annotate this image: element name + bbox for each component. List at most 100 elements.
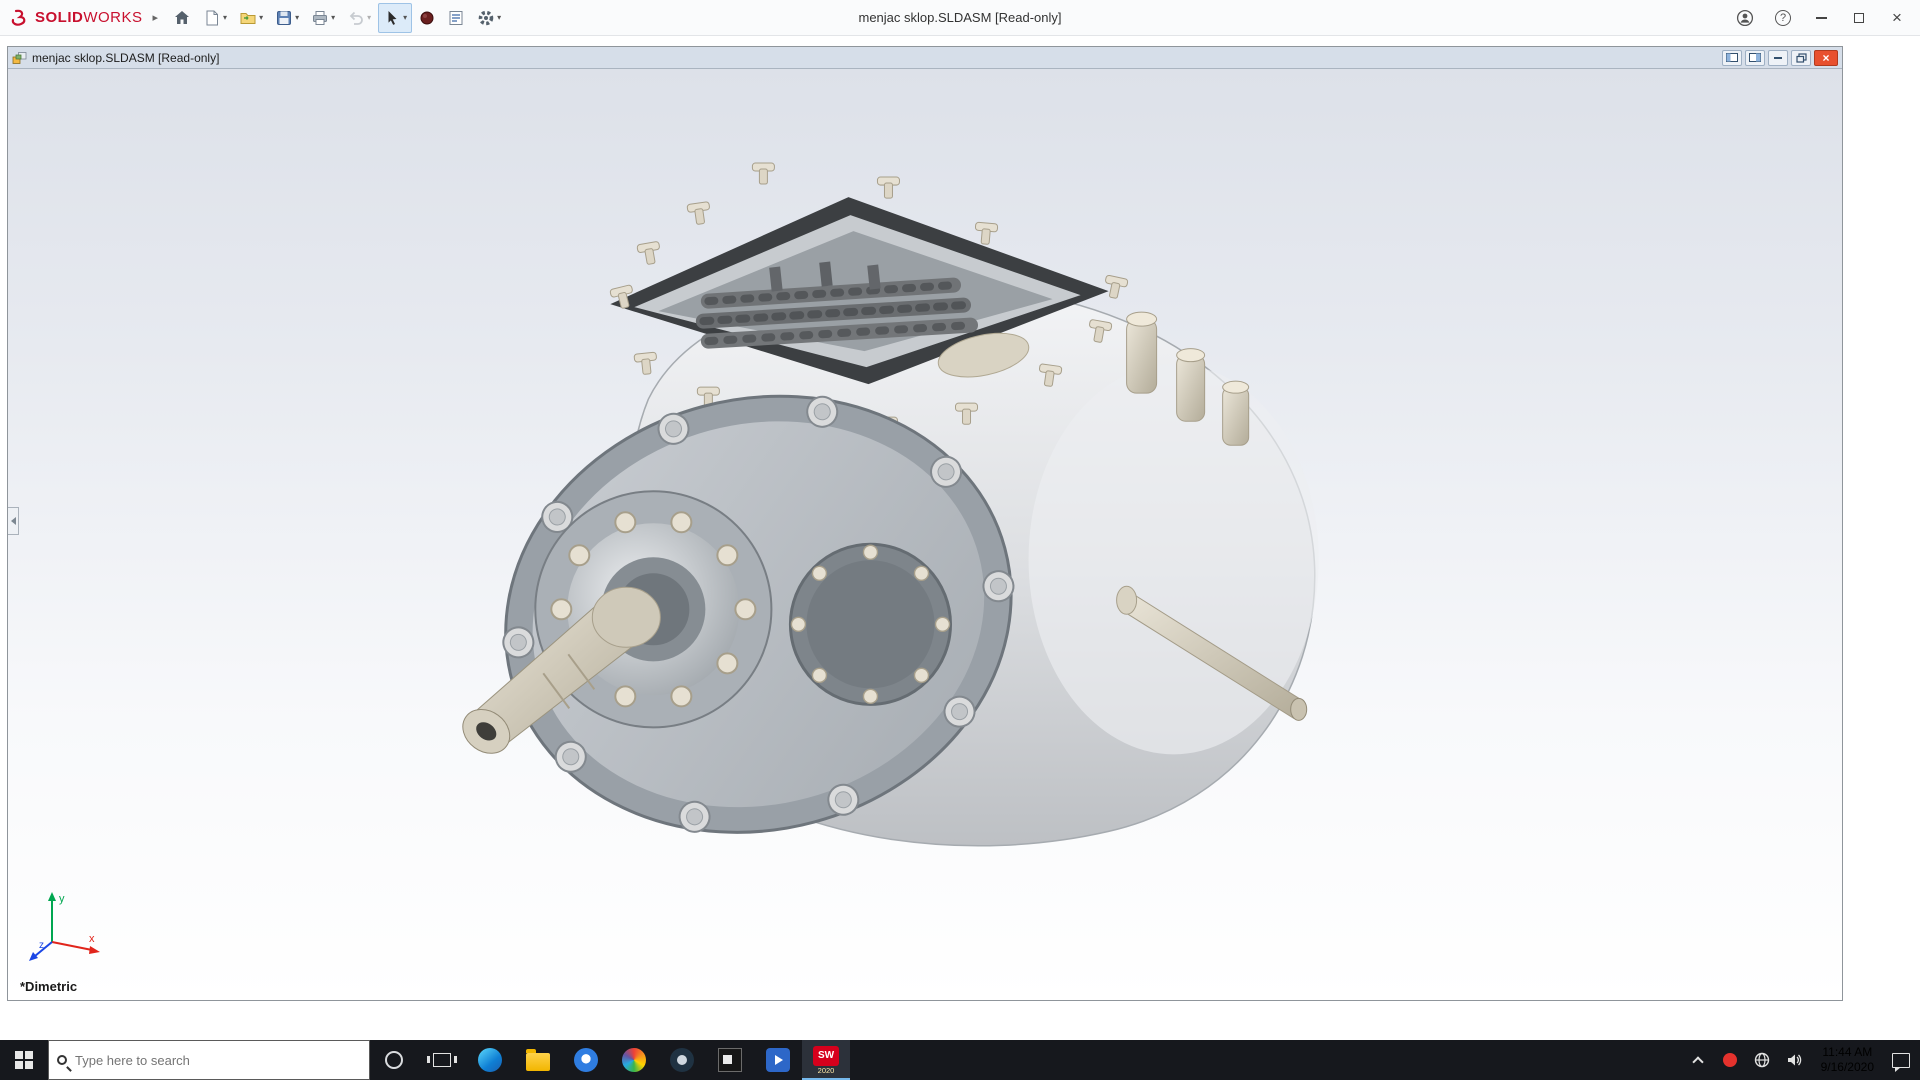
- home-button[interactable]: [168, 3, 196, 33]
- dropdown-arrow-icon[interactable]: ▾: [403, 13, 407, 22]
- z-axis-label: z: [39, 940, 44, 951]
- maximize-button[interactable]: [1842, 4, 1876, 32]
- dropdown-arrow-icon[interactable]: ▾: [367, 13, 371, 22]
- network-globe-icon: [1754, 1052, 1770, 1068]
- dropdown-arrow-icon[interactable]: ▾: [331, 13, 335, 22]
- app-window-controls: ? ×: [1728, 4, 1914, 32]
- dassault-systemes-icon: [10, 9, 30, 27]
- edge-button[interactable]: [466, 1040, 514, 1080]
- new-document-icon: [203, 9, 221, 27]
- minimize-icon: [1774, 57, 1782, 59]
- cortana-button[interactable]: [370, 1040, 418, 1080]
- search-input[interactable]: [75, 1053, 361, 1068]
- gearbox-3d-model[interactable]: [8, 69, 1842, 1000]
- undo-button[interactable]: ▾: [342, 3, 376, 33]
- taskbar: SW 2020 11:44 AM 9/16/2020: [0, 1040, 1920, 1080]
- record-macro-button[interactable]: [414, 3, 440, 33]
- browser-icon: [574, 1048, 598, 1072]
- doc-close-button[interactable]: ×: [1814, 50, 1838, 66]
- account-icon: [1736, 9, 1754, 27]
- minimize-icon: [1816, 17, 1827, 19]
- graphics-viewport[interactable]: y x z *Dimetric: [8, 69, 1842, 1000]
- featuremanager-collapse-tab[interactable]: [8, 507, 19, 535]
- dropdown-arrow-icon[interactable]: ▾: [259, 13, 263, 22]
- orientation-triad: y x z: [26, 886, 106, 966]
- close-icon: ×: [1892, 9, 1902, 26]
- dropdown-arrow-icon[interactable]: ▾: [223, 13, 227, 22]
- task-pane-button[interactable]: [442, 3, 470, 33]
- close-icon: ×: [1822, 51, 1829, 65]
- volume-button[interactable]: [1779, 1052, 1809, 1068]
- doc-restore-button[interactable]: [1791, 50, 1811, 66]
- minimize-button[interactable]: [1804, 4, 1838, 32]
- brand-solid: SOLID: [35, 9, 83, 26]
- tray-expand-button[interactable]: [1683, 1055, 1713, 1066]
- solidworks-version-badge: 2020: [818, 1067, 835, 1075]
- solidworks-logo: SOLIDWORKS: [6, 9, 151, 27]
- save-button[interactable]: ▾: [270, 3, 304, 33]
- taskbar-clock[interactable]: 11:44 AM 9/16/2020: [1811, 1045, 1884, 1075]
- steam-button[interactable]: [658, 1040, 706, 1080]
- file-explorer-button[interactable]: [514, 1040, 562, 1080]
- select-tool-button[interactable]: ▾: [378, 3, 412, 33]
- system-tray: 11:44 AM 9/16/2020: [1683, 1040, 1920, 1080]
- close-button[interactable]: ×: [1880, 4, 1914, 32]
- dropdown-arrow-icon[interactable]: ▾: [295, 13, 299, 22]
- terminal-icon: [718, 1048, 742, 1072]
- new-document-button[interactable]: ▾: [198, 3, 232, 33]
- save-icon: [275, 9, 293, 27]
- home-icon: [173, 9, 191, 27]
- edge-icon: [478, 1048, 502, 1072]
- terminal-button[interactable]: [706, 1040, 754, 1080]
- view-orientation-label: *Dimetric: [20, 979, 77, 994]
- open-folder-icon: [239, 9, 257, 27]
- restore-icon: [1796, 53, 1807, 63]
- select-cursor-icon: [383, 9, 401, 27]
- windows-logo-icon: [15, 1051, 33, 1069]
- clock-date: 9/16/2020: [1821, 1060, 1874, 1075]
- task-view-icon: [433, 1053, 451, 1067]
- network-button[interactable]: [1747, 1052, 1777, 1068]
- photos-icon: [622, 1048, 646, 1072]
- photos-button[interactable]: [610, 1040, 658, 1080]
- maximize-icon: [1854, 13, 1864, 23]
- record-macro-icon: [419, 10, 435, 26]
- action-center-button[interactable]: [1886, 1053, 1916, 1068]
- document-window: menjac sklop.SLDASM [Read-only] ×: [7, 46, 1843, 1001]
- solidworks-icon: SW: [813, 1046, 839, 1066]
- options-button[interactable]: ▾: [472, 3, 506, 33]
- doc-minimize-button[interactable]: [1768, 50, 1788, 66]
- assembly-document-icon: [12, 51, 27, 65]
- x-axis-label: x: [89, 933, 95, 945]
- status-app-button[interactable]: [1715, 1053, 1745, 1067]
- brand-works: WORKS: [83, 9, 142, 26]
- chevron-left-icon: [11, 517, 16, 525]
- pane-left-icon: [1726, 53, 1738, 62]
- video-app-button[interactable]: [754, 1040, 802, 1080]
- pane-split-right-button[interactable]: [1745, 50, 1765, 66]
- taskbar-search[interactable]: [48, 1040, 370, 1080]
- help-button[interactable]: ?: [1766, 4, 1800, 32]
- browser-button[interactable]: [562, 1040, 610, 1080]
- help-icon: ?: [1775, 10, 1791, 26]
- pane-right-icon: [1749, 53, 1761, 62]
- dropdown-arrow-icon[interactable]: ▾: [497, 13, 501, 22]
- document-titlebar[interactable]: menjac sklop.SLDASM [Read-only] ×: [8, 47, 1842, 69]
- solidworks-taskbar-button[interactable]: SW 2020: [802, 1040, 850, 1080]
- open-button[interactable]: ▾: [234, 3, 268, 33]
- steam-icon: [670, 1048, 694, 1072]
- account-button[interactable]: [1728, 4, 1762, 32]
- file-explorer-icon: [526, 1053, 550, 1071]
- clock-time: 11:44 AM: [1822, 1045, 1872, 1060]
- pane-split-left-button[interactable]: [1722, 50, 1742, 66]
- task-view-button[interactable]: [418, 1040, 466, 1080]
- start-button[interactable]: [0, 1040, 48, 1080]
- gear-icon: [477, 9, 495, 27]
- document-window-controls: ×: [1722, 50, 1838, 66]
- video-app-icon: [766, 1048, 790, 1072]
- undo-icon: [347, 9, 365, 27]
- app-titlebar: SOLIDWORKS ▸ ▾ ▾ ▾: [0, 0, 1920, 36]
- menu-expand-arrow-icon[interactable]: ▸: [151, 11, 169, 24]
- app-title: menjac sklop.SLDASM [Read-only]: [858, 10, 1061, 25]
- print-button[interactable]: ▾: [306, 3, 340, 33]
